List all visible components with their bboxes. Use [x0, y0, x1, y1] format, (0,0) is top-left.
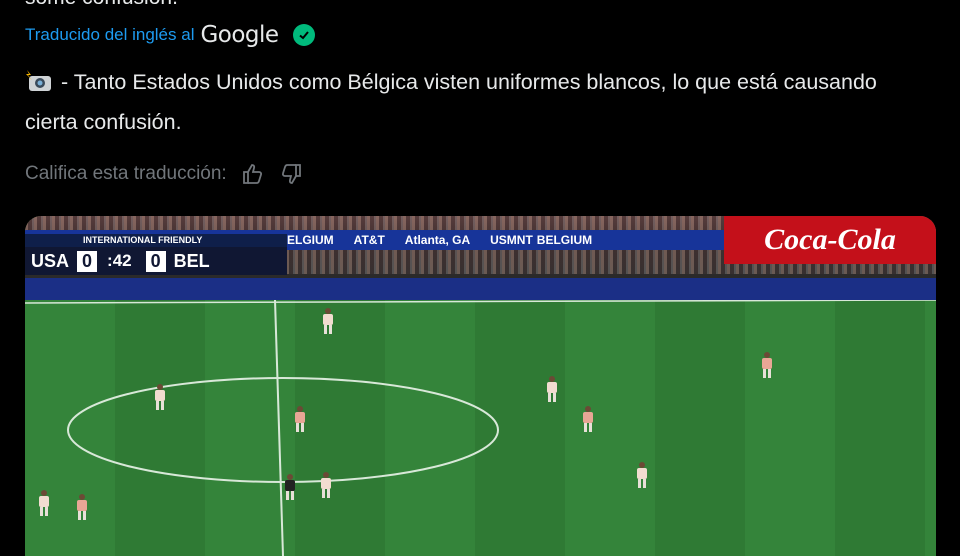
ad-boards [25, 278, 936, 300]
translated-text: - Tanto Estados Unidos como Bélgica vist… [25, 70, 877, 134]
translation-attribution: Traducido del inglés al Google [25, 22, 315, 48]
competition-label: INTERNATIONAL FRIENDLY [25, 234, 287, 247]
thumbs-down-icon[interactable] [279, 162, 303, 186]
player [39, 490, 49, 516]
away-team: BEL [173, 250, 210, 271]
home-team: USA [31, 250, 70, 271]
referee [285, 474, 295, 500]
rate-label: Califica esta traducción: [25, 163, 227, 184]
rate-translation-row: Califica esta traducción: [25, 162, 303, 186]
camera-flash-icon [26, 70, 51, 91]
verified-check-icon [292, 24, 315, 46]
scorebug: INTERNATIONAL FRIENDLY USA 0 :42 0 BEL [25, 234, 287, 275]
home-score: 0 [77, 250, 98, 272]
player [323, 308, 333, 334]
away-score: 0 [145, 250, 166, 272]
player [762, 352, 772, 378]
tweet-cut-line: some confusion. [25, 0, 178, 10]
translated-tweet-text: - Tanto Estados Unidos como Bélgica vist… [25, 62, 925, 142]
player [77, 494, 87, 520]
player [547, 376, 557, 402]
football-pitch [25, 300, 936, 556]
player [321, 472, 331, 498]
google-logo: Google [200, 22, 279, 48]
thumbs-up-icon[interactable] [241, 162, 265, 186]
player [583, 406, 593, 432]
tweet-media-image[interactable]: ELGIUM AT&T Atlanta, GA USMNT BELGIUM Co… [25, 216, 936, 556]
player [637, 462, 647, 488]
match-clock: :42 [107, 251, 132, 270]
player [295, 406, 305, 432]
translated-from-link[interactable]: Traducido del inglés al [25, 25, 194, 45]
player [155, 384, 165, 410]
sponsor-sign: Coca-Cola [724, 216, 936, 264]
